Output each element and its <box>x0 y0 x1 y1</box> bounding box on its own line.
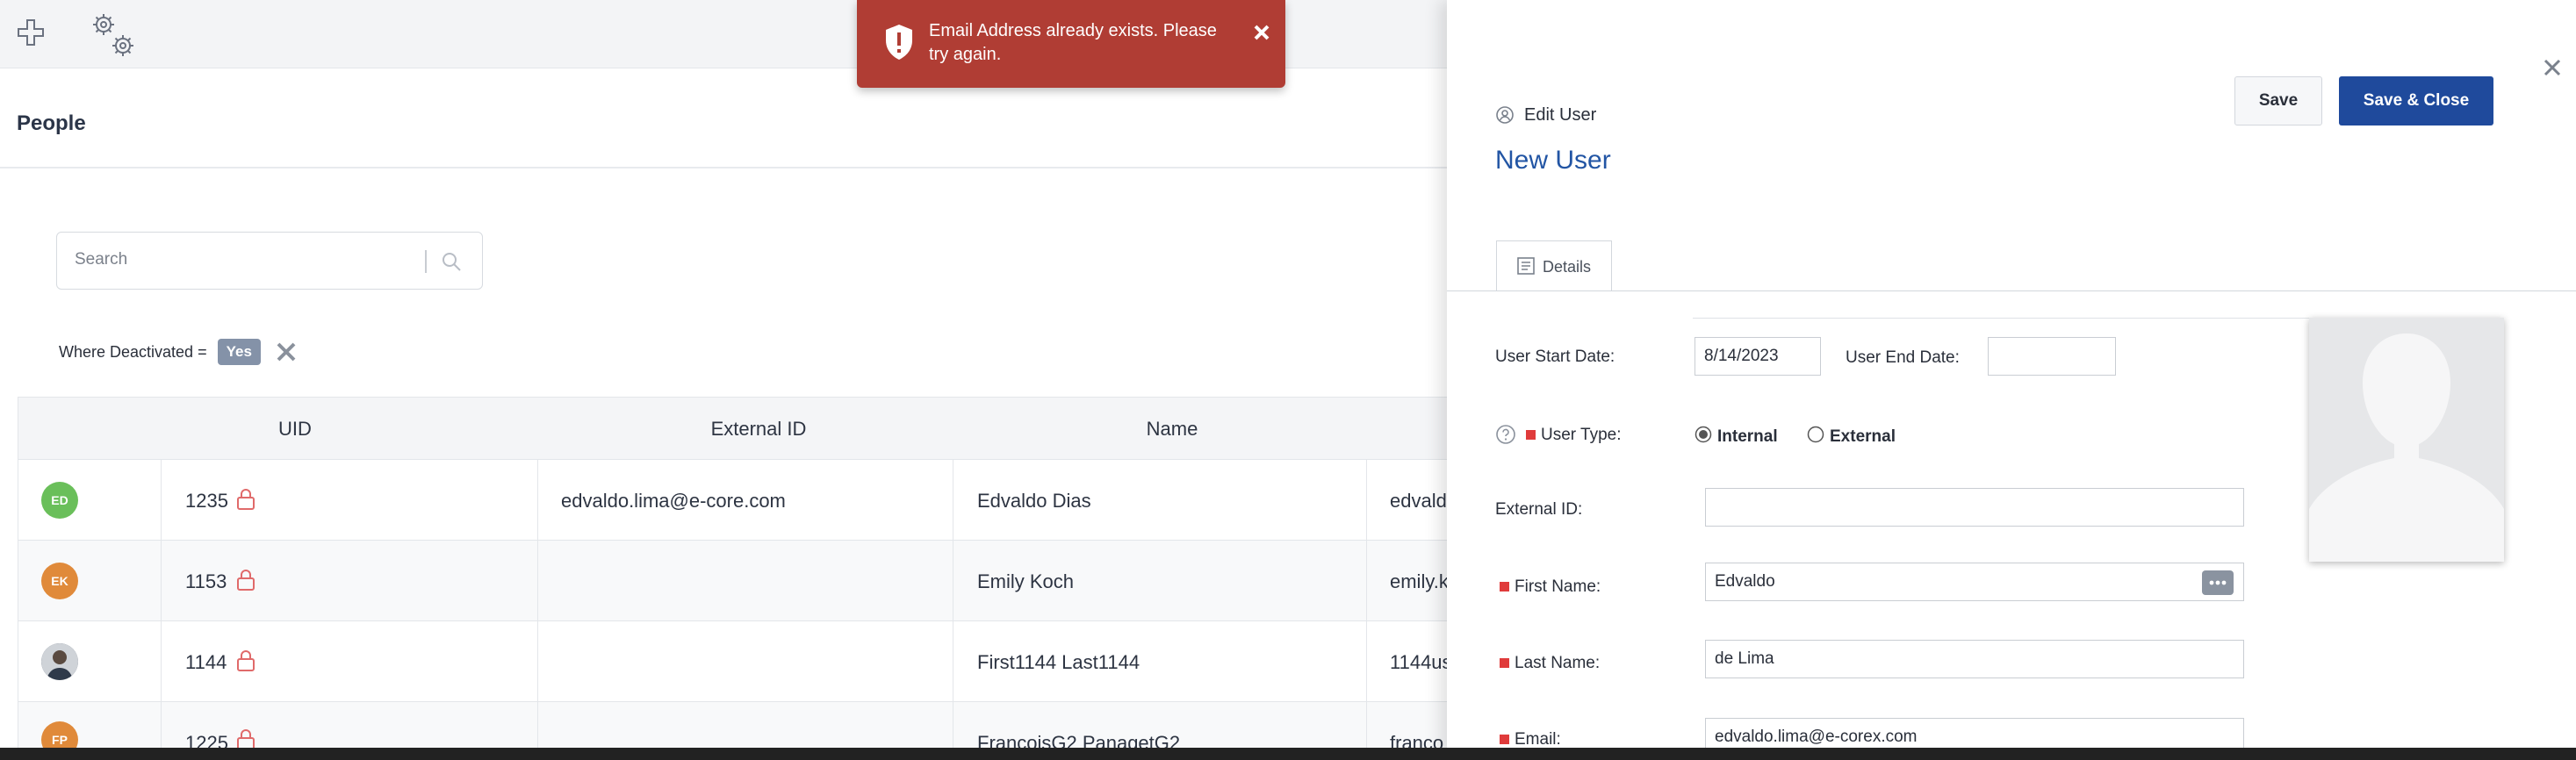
user-circle-icon <box>1495 105 1515 125</box>
name-cell: First1144 Last1144 <box>977 651 1140 673</box>
end-date-label: User End Date: <box>1846 348 1960 367</box>
tab-details[interactable]: Details <box>1496 240 1612 291</box>
table-row[interactable]: ED 1235 edvaldo.lima@e-core.com Edvaldo … <box>18 460 1448 541</box>
error-toast: Email Address already exists. Please try… <box>857 0 1285 88</box>
search-input[interactable] <box>75 250 426 269</box>
external-id-label: External ID: <box>1495 500 1583 519</box>
section-divider <box>1693 318 2328 319</box>
add-icon[interactable] <box>16 18 46 47</box>
column-divider <box>161 460 162 760</box>
people-page: People Where Deactivated = Yes UID Exter… <box>0 0 1452 760</box>
toast-message: Email Address already exists. Please try… <box>929 21 1217 64</box>
required-marker <box>1500 735 1509 745</box>
save-close-button[interactable]: Save & Close <box>2339 76 2493 125</box>
email-label: Email: <box>1500 730 1561 749</box>
more-icon[interactable] <box>2202 570 2234 595</box>
table-row[interactable]: EK 1153 Emily Koch emily.k <box>18 541 1449 621</box>
uid-cell: 1235 <box>185 490 228 512</box>
radio-external[interactable] <box>1807 426 1824 443</box>
page-title: People <box>17 111 86 135</box>
search-icon[interactable] <box>440 250 463 273</box>
name-cell: Edvaldo Dias <box>977 490 1091 512</box>
search-separator <box>425 250 427 273</box>
avatar-photo <box>41 643 78 680</box>
header-divider <box>0 167 1447 168</box>
column-divider <box>537 460 538 760</box>
external-id-input[interactable] <box>1705 488 2244 527</box>
radio-internal[interactable] <box>1695 426 1712 443</box>
active-filter: Where Deactivated = Yes <box>59 337 298 367</box>
table-header: UID External ID Name <box>18 397 1448 460</box>
last-name-input[interactable]: de Lima <box>1705 640 2244 678</box>
help-icon[interactable] <box>1495 424 1516 445</box>
required-marker <box>1500 582 1509 592</box>
lock-icon <box>236 569 255 592</box>
panel-title: New User <box>1495 146 1611 175</box>
alert-shield-icon <box>883 23 915 61</box>
search-box <box>56 232 483 290</box>
filter-value-badge: Yes <box>217 339 261 365</box>
settings-icon[interactable] <box>88 9 140 61</box>
username-cell: emily.k <box>1390 570 1449 592</box>
column-header-external-id[interactable]: External ID <box>539 398 978 461</box>
bottom-bar <box>0 748 2576 760</box>
username-cell: 1144us <box>1390 651 1452 673</box>
start-date-label: User Start Date: <box>1495 348 1615 366</box>
required-marker <box>1500 658 1509 669</box>
close-icon[interactable] <box>2541 56 2564 79</box>
username-cell: edvald <box>1390 490 1447 512</box>
uid-cell: 1153 <box>185 570 227 592</box>
filter-label: Where Deactivated = <box>59 342 207 361</box>
uid-cell: 1144 <box>185 651 227 673</box>
name-cell: Emily Koch <box>977 570 1075 592</box>
column-header-name[interactable]: Name <box>953 398 1392 461</box>
details-icon <box>1516 256 1536 276</box>
tab-details-label: Details <box>1543 258 1592 276</box>
radio-internal-label[interactable]: Internal <box>1717 427 1778 447</box>
table-row[interactable]: 1144 First1144 Last1144 1144us <box>18 621 1452 702</box>
last-name-label: Last Name: <box>1500 654 1600 673</box>
panel-header-label: Edit User <box>1524 105 1597 125</box>
start-date-input[interactable]: 8/14/2023 <box>1695 337 1821 376</box>
column-divider <box>1366 460 1367 760</box>
user-type-label: User Type: <box>1526 426 1622 445</box>
lock-icon <box>236 488 255 511</box>
edit-user-panel: Edit User New User Save Save & Close Det… <box>1447 0 2576 760</box>
save-button[interactable]: Save <box>2234 76 2322 125</box>
people-table: UID External ID Name ED 1235 edvaldo.lim… <box>18 397 1452 760</box>
remove-filter-icon[interactable] <box>275 341 298 363</box>
profile-photo-placeholder[interactable] <box>2309 318 2504 562</box>
avatar: EK <box>41 563 78 599</box>
column-header-uid[interactable]: UID <box>163 398 427 461</box>
avatar: ED <box>41 482 78 519</box>
toast-close-icon[interactable] <box>1252 23 1271 42</box>
required-marker <box>1526 430 1536 441</box>
external-id-cell: edvaldo.lima@e-core.com <box>561 490 786 512</box>
radio-external-label[interactable]: External <box>1830 427 1896 447</box>
end-date-input[interactable] <box>1988 337 2116 376</box>
tab-divider <box>1447 290 2576 291</box>
first-name-label: First Name: <box>1500 577 1601 597</box>
lock-icon <box>236 649 255 672</box>
first-name-input[interactable]: Edvaldo <box>1705 563 2244 601</box>
